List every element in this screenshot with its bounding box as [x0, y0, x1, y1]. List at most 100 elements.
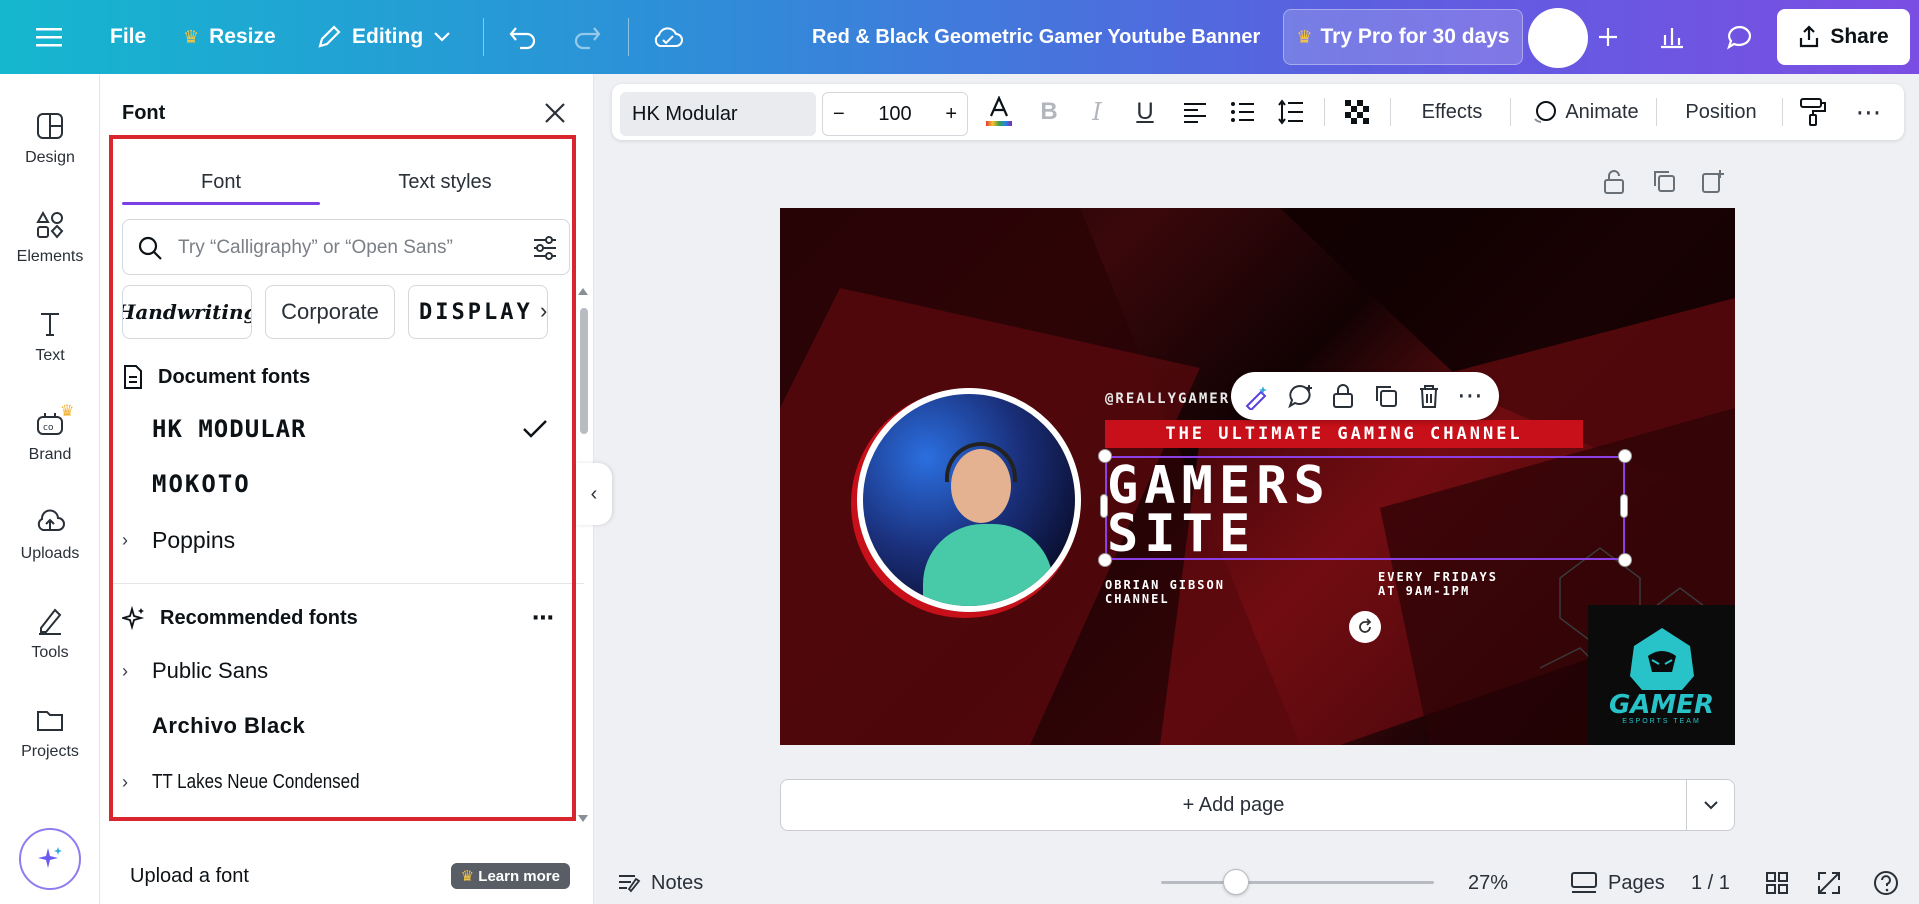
- owner-text[interactable]: OBRIAN GIBSON CHANNEL: [1105, 578, 1225, 606]
- svg-text:co: co: [43, 423, 54, 433]
- line-spacing-icon[interactable]: [1268, 84, 1314, 140]
- collapse-panel-button[interactable]: ‹: [576, 463, 612, 525]
- headline-text[interactable]: GAMERS SITE: [1105, 456, 1625, 560]
- lock-icon[interactable]: [1331, 383, 1355, 414]
- duplicate-icon[interactable]: [1373, 383, 1399, 414]
- resize-handle[interactable]: [1098, 449, 1112, 463]
- element-context-toolbar: ⋯: [1231, 372, 1499, 420]
- animate-button[interactable]: Animate: [1520, 84, 1650, 140]
- scroll-thumb[interactable]: [580, 308, 588, 434]
- tools-icon: [39, 608, 62, 635]
- rail-text[interactable]: Text: [0, 292, 100, 382]
- pages-button[interactable]: Pages: [1570, 862, 1665, 904]
- close-icon[interactable]: [540, 98, 570, 128]
- upload-font-label: Upload a font: [130, 864, 249, 887]
- learn-more-button[interactable]: ♛ Learn more: [450, 863, 570, 889]
- share-button[interactable]: Share: [1777, 9, 1910, 65]
- bold-icon[interactable]: B: [1026, 84, 1072, 140]
- position-button[interactable]: Position: [1666, 84, 1776, 140]
- tagline-banner[interactable]: THE ULTIMATE GAMING CHANNEL: [1105, 420, 1583, 448]
- upload-icon: [1800, 25, 1819, 48]
- fullscreen-icon[interactable]: [1817, 862, 1841, 904]
- scroll-down-icon[interactable]: [578, 815, 588, 822]
- cloud-upload-icon: [37, 509, 65, 531]
- undo-icon[interactable]: [508, 0, 538, 74]
- transparency-icon[interactable]: [1334, 84, 1380, 140]
- rail-uploads[interactable]: Uploads: [0, 490, 100, 580]
- text-color-icon[interactable]: [976, 84, 1022, 140]
- upload-font-row[interactable]: Upload a font ♛ Learn more: [130, 858, 570, 894]
- folder-icon: [37, 711, 63, 731]
- font-family-select[interactable]: HK Modular: [620, 92, 816, 136]
- magic-assistant-button[interactable]: [19, 828, 81, 890]
- chevron-down-icon[interactable]: [1686, 780, 1734, 830]
- insights-icon[interactable]: [1644, 9, 1700, 65]
- gamer-photo[interactable]: [857, 388, 1081, 612]
- align-left-icon[interactable]: [1172, 84, 1218, 140]
- sparkle-icon: [38, 847, 62, 868]
- resize-handle[interactable]: [1618, 553, 1632, 567]
- lock-icon[interactable]: [1601, 168, 1631, 198]
- resize-handle[interactable]: [1618, 449, 1632, 463]
- zoom-level[interactable]: 27%: [1468, 862, 1508, 904]
- font-size-stepper[interactable]: − 100 +: [822, 92, 968, 136]
- pages-icon: [1571, 872, 1597, 893]
- grid-view-icon[interactable]: [1765, 862, 1789, 904]
- trash-icon[interactable]: [1417, 383, 1441, 414]
- rail-brand[interactable]: ♛ co Brand: [0, 391, 100, 481]
- underline-icon[interactable]: U: [1122, 84, 1168, 140]
- add-page-icon[interactable]: [1700, 168, 1730, 198]
- redo-icon[interactable]: [572, 0, 602, 74]
- scroll-up-icon[interactable]: [578, 288, 588, 295]
- paint-roller-icon[interactable]: [1790, 84, 1836, 140]
- side-handle[interactable]: [1100, 494, 1108, 518]
- cloud-save-icon[interactable]: [652, 0, 684, 74]
- more-options-icon[interactable]: ⋯: [1457, 380, 1483, 411]
- zoom-slider-handle[interactable]: [1223, 869, 1249, 895]
- side-handle[interactable]: [1620, 494, 1628, 518]
- document-title[interactable]: Red & Black Geometric Gamer Youtube Bann…: [812, 0, 1260, 74]
- add-collaborator-icon[interactable]: [1580, 9, 1636, 65]
- gamer-logo[interactable]: GAMER ESPORTS TEAM: [1588, 605, 1735, 745]
- duplicate-page-icon[interactable]: [1651, 168, 1681, 198]
- design-canvas[interactable]: @REALLYGAMER THE ULTIMATE GAMING CHANNEL…: [780, 208, 1735, 745]
- bullet-list-icon[interactable]: [1220, 84, 1266, 140]
- comment-icon[interactable]: [1712, 9, 1768, 65]
- channel-handle[interactable]: @REALLYGAMER: [1105, 391, 1230, 407]
- avatar[interactable]: [1528, 8, 1588, 68]
- notes-button[interactable]: Notes: [617, 862, 703, 904]
- schedule-text[interactable]: EVERY FRIDAYS AT 9AM-1PM: [1378, 570, 1498, 598]
- file-menu[interactable]: File: [110, 0, 146, 74]
- rail-design[interactable]: Design: [0, 94, 100, 184]
- zoom-slider-track[interactable]: [1161, 881, 1434, 884]
- selection-highlight: [109, 135, 576, 821]
- page-count: 1 / 1: [1691, 871, 1730, 894]
- rail-elements[interactable]: Elements: [0, 193, 100, 283]
- add-page-button[interactable]: + Add page: [781, 780, 1686, 830]
- magic-edit-icon[interactable]: [1243, 384, 1269, 415]
- notes-icon: [619, 875, 641, 893]
- add-comment-icon[interactable]: [1287, 383, 1315, 414]
- headset-shape: [945, 442, 1017, 482]
- resize-handle[interactable]: [1098, 553, 1112, 567]
- rail-projects[interactable]: Projects: [0, 688, 100, 778]
- top-bar: File ♛ Resize Editing Red & Black Geomet…: [0, 0, 1919, 74]
- rail-tools[interactable]: Tools: [0, 589, 100, 679]
- menu-icon[interactable]: [36, 0, 62, 74]
- design-icon: [37, 113, 63, 139]
- rotate-handle[interactable]: [1349, 611, 1381, 643]
- help-icon[interactable]: [1873, 862, 1899, 904]
- increase-size-icon[interactable]: +: [945, 103, 957, 126]
- try-pro-button[interactable]: ♛ Try Pro for 30 days: [1283, 9, 1523, 65]
- more-options-icon[interactable]: ⋯: [1844, 84, 1894, 140]
- resize-button[interactable]: ♛ Resize: [183, 0, 276, 74]
- font-size-value[interactable]: 100: [878, 103, 911, 126]
- effects-button[interactable]: Effects: [1402, 84, 1502, 140]
- add-page-bar: + Add page: [780, 779, 1735, 831]
- editing-mode-button[interactable]: Editing: [316, 0, 451, 74]
- crown-icon: ♛: [460, 868, 475, 885]
- decrease-size-icon[interactable]: −: [833, 103, 845, 126]
- italic-icon[interactable]: I: [1074, 84, 1120, 140]
- chevron-left-icon: ‹: [590, 482, 598, 505]
- crown-icon: ♛: [1296, 26, 1313, 47]
